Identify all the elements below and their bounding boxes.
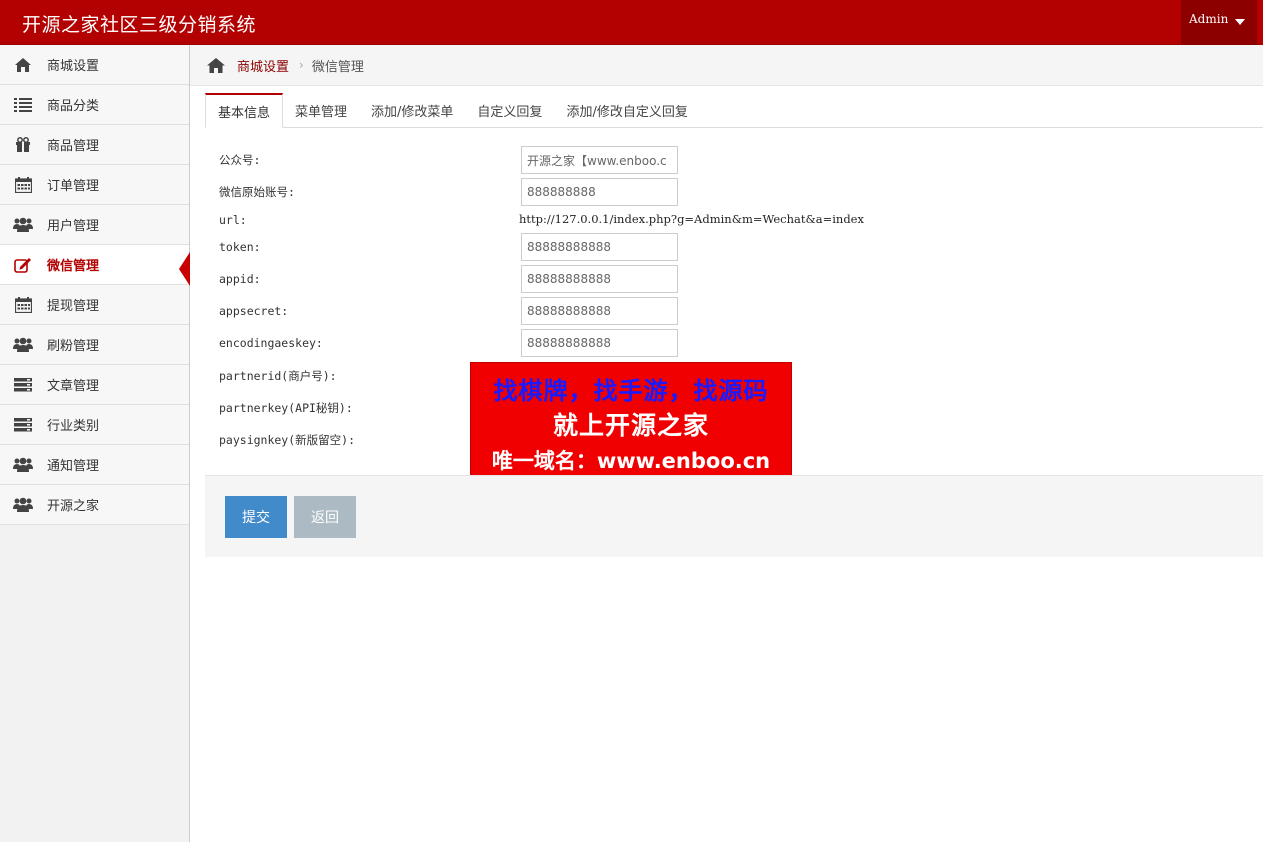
form-actions: 提交 返回 (205, 475, 1263, 557)
encodingaeskey-label: encodingaeskey: (219, 336, 323, 350)
sidebar-item-label: 商品管理 (47, 139, 100, 154)
sidebar-item-orders[interactable]: 订单管理 (0, 165, 189, 205)
users-icon (13, 337, 33, 353)
home-icon (13, 57, 33, 73)
sidebar-item-enboo[interactable]: 开源之家 (0, 485, 189, 525)
url-label: url: (219, 213, 247, 227)
tab-basic-info[interactable]: 基本信息 (205, 93, 284, 128)
tab-custom-reply[interactable]: 自定义回复 (465, 93, 554, 128)
sidebar-item-label: 订单管理 (47, 179, 100, 194)
sidebar-item-label: 行业类别 (47, 419, 100, 434)
caret-down-icon (1235, 19, 1245, 25)
sidebar-item-label: 商城设置 (47, 59, 100, 74)
user-name: Admin (1189, 12, 1229, 26)
sidebar-item-products[interactable]: 商品管理 (0, 125, 189, 165)
server-icon (13, 417, 33, 433)
sidebar-item-withdrawals[interactable]: 提现管理 (0, 285, 189, 325)
promo-banner: 找棋牌，找手游，找源码 就上开源之家 唯一域名：www.enboo.cn (470, 362, 792, 478)
token-field[interactable] (521, 233, 678, 261)
tab-edit-custom-reply[interactable]: 添加/修改自定义回复 (554, 93, 699, 128)
gift-icon (13, 137, 33, 153)
partnerid-label: partnerid(商户号): (219, 369, 337, 383)
sidebar-item-fans[interactable]: 刷粉管理 (0, 325, 189, 365)
users-icon (13, 497, 33, 513)
calendar-icon (13, 296, 33, 313)
sidebar-item-label: 通知管理 (47, 459, 100, 474)
sidebar: 商城设置 商品分类 商品管理 订单管理 用户管理 微信管理 提现管理 刷粉管理 … (0, 45, 190, 842)
sidebar-item-label: 文章管理 (47, 379, 100, 394)
promo-line-3: 唯一域名：www.enboo.cn (491, 449, 771, 473)
breadcrumb-link-mall-settings[interactable]: 商城设置 (237, 56, 289, 75)
back-button[interactable]: 返回 (294, 496, 356, 538)
sidebar-item-label: 商品分类 (47, 99, 100, 114)
sidebar-item-label: 刷粉管理 (47, 339, 100, 354)
url-value: http://127.0.0.1/index.php?g=Admin&m=Wec… (519, 212, 864, 226)
sidebar-item-categories[interactable]: 商品分类 (0, 85, 189, 125)
user-menu-button[interactable]: Admin (1181, 0, 1257, 45)
partnerkey-label: partnerkey(API秘钥): (219, 401, 353, 415)
users-icon (13, 217, 33, 233)
tab-edit-menu[interactable]: 添加/修改菜单 (359, 93, 465, 128)
sidebar-item-articles[interactable]: 文章管理 (0, 365, 189, 405)
appid-label: appid: (219, 272, 261, 286)
promo-line-2: 就上开源之家 (552, 411, 709, 440)
sidebar-item-mall-settings[interactable]: 商城设置 (0, 45, 189, 85)
account-label: 公众号: (219, 153, 261, 167)
home-icon[interactable] (207, 57, 225, 73)
edit-icon (13, 257, 33, 273)
appsecret-field[interactable] (521, 297, 678, 325)
original-id-label: 微信原始账号: (219, 185, 295, 199)
calendar-icon (13, 176, 33, 193)
sidebar-item-notifications[interactable]: 通知管理 (0, 445, 189, 485)
sidebar-item-label: 提现管理 (47, 299, 100, 314)
sidebar-item-label: 微信管理 (47, 259, 100, 274)
tab-menu-management[interactable]: 菜单管理 (283, 93, 359, 128)
server-icon (13, 377, 33, 393)
breadcrumb: 商城设置 › 微信管理 (190, 45, 1263, 86)
breadcrumb-separator: › (299, 58, 304, 72)
promo-line-1: 找棋牌，找手游，找源码 (493, 377, 769, 405)
encodingaeskey-field[interactable] (521, 329, 678, 357)
sidebar-item-label: 用户管理 (47, 219, 100, 234)
appid-field[interactable] (521, 265, 678, 293)
token-label: token: (219, 240, 261, 254)
original-id-field[interactable] (521, 178, 678, 206)
breadcrumb-current: 微信管理 (311, 59, 364, 75)
top-navbar: 开源之家社区三级分销系统 Admin (0, 0, 1263, 45)
sidebar-item-wechat[interactable]: 微信管理 (0, 245, 190, 286)
account-field[interactable] (521, 146, 678, 174)
sidebar-item-label: 开源之家 (47, 499, 100, 514)
paysignkey-label: paysignkey(新版留空): (219, 433, 356, 447)
appsecret-label: appsecret: (219, 304, 289, 318)
users-icon (13, 457, 33, 473)
submit-button[interactable]: 提交 (225, 496, 287, 538)
list-icon (13, 97, 33, 113)
tab-bar: 基本信息 菜单管理 添加/修改菜单 自定义回复 添加/修改自定义回复 (205, 93, 1263, 128)
sidebar-item-users[interactable]: 用户管理 (0, 205, 189, 245)
app-title: 开源之家社区三级分销系统 (22, 14, 257, 36)
sidebar-item-industries[interactable]: 行业类别 (0, 405, 189, 445)
